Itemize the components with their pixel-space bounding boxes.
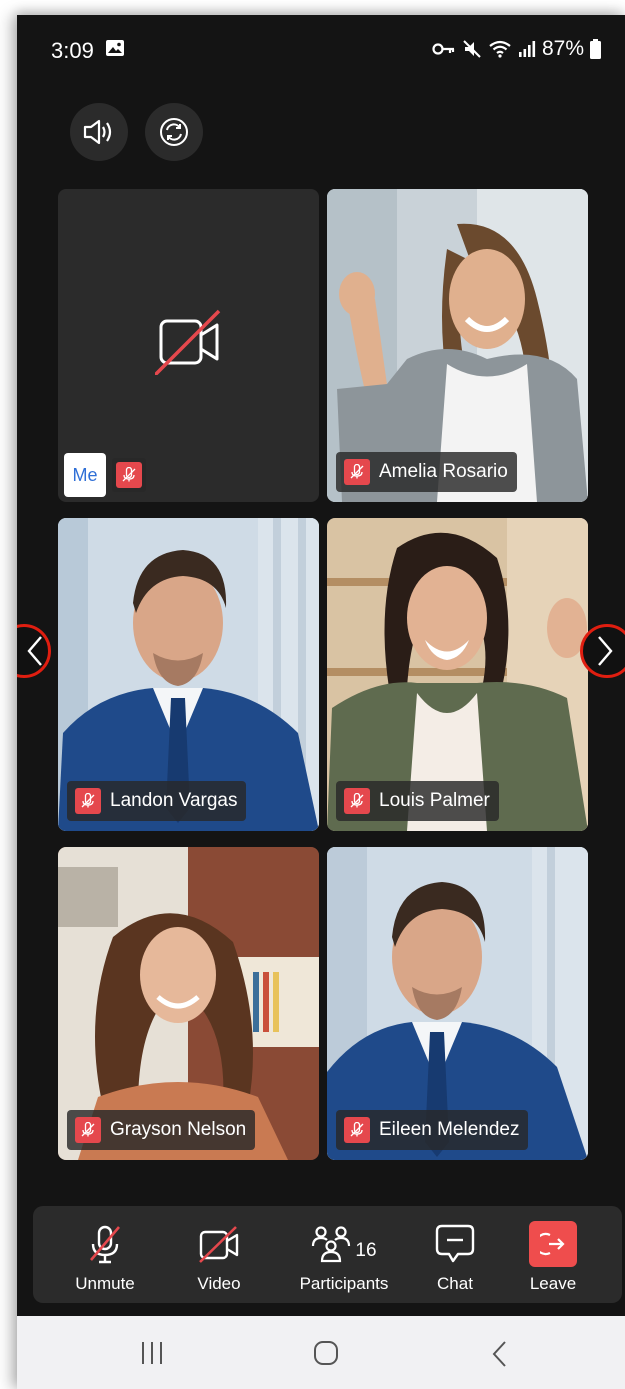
leave-icon-box: [529, 1221, 577, 1267]
unmute-label: Unmute: [75, 1274, 135, 1293]
mic-muted-icon: [344, 1117, 370, 1143]
battery-percent: 87%: [541, 37, 584, 60]
participant-tile[interactable]: Amelia Rosario: [327, 189, 588, 502]
participant-name-pill: Louis Palmer: [336, 781, 499, 821]
video-off-icon: [155, 309, 221, 375]
leave-icon: [540, 1232, 565, 1256]
participant-name-pill: Grayson Nelson: [67, 1110, 256, 1150]
recent-apps-button[interactable]: [139, 1340, 165, 1366]
leave-label: Leave: [529, 1274, 577, 1293]
video-button[interactable]: Video: [181, 1206, 257, 1303]
mic-muted-icon: [75, 1117, 101, 1143]
mic-muted-icon: [344, 459, 370, 485]
video-label: Video: [197, 1274, 241, 1293]
leave-button[interactable]: Leave: [517, 1206, 589, 1303]
participant-name-pill: Eileen Melendez: [336, 1110, 529, 1150]
status-time: 3:09: [51, 38, 94, 63]
call-toolbar: Unmute Video 16 Participants Chat Leave: [33, 1206, 622, 1303]
home-icon: [314, 1341, 338, 1365]
mic-muted-icon: [75, 788, 101, 814]
participant-tile[interactable]: Eileen Melendez: [327, 847, 588, 1160]
participant-name-pill: Landon Vargas: [67, 781, 247, 821]
gallery-icon: [106, 40, 124, 56]
participant-tile[interactable]: Louis Palmer: [327, 518, 588, 831]
vpn-key-icon: [432, 43, 455, 55]
chat-icon: [435, 1224, 475, 1263]
participants-button[interactable]: 16 Participants: [289, 1206, 399, 1303]
participant-name-pill: Amelia Rosario: [336, 452, 517, 492]
speaker-icon: [83, 119, 112, 145]
home-button[interactable]: [313, 1340, 339, 1366]
unmute-button[interactable]: Unmute: [63, 1206, 147, 1303]
switch-camera-button[interactable]: [145, 103, 203, 161]
status-icons: 87%: [432, 37, 601, 61]
video-off-icon: [199, 1226, 239, 1263]
chevron-right-icon: [598, 636, 613, 666]
participant-name: Amelia Rosario: [379, 461, 508, 482]
participant-tile-me[interactable]: Me: [58, 189, 319, 502]
next-page-button[interactable]: [580, 624, 625, 678]
participants-label: Participants: [299, 1274, 389, 1293]
switch-camera-icon: [160, 118, 188, 146]
participant-tile[interactable]: Landon Vargas: [58, 518, 319, 831]
participant-name: Grayson Nelson: [110, 1119, 247, 1140]
me-label: Me: [64, 453, 106, 497]
previous-page-button[interactable]: [17, 624, 51, 678]
signal-icon: [518, 41, 536, 57]
chat-label: Chat: [437, 1274, 473, 1293]
participant-tile[interactable]: Grayson Nelson: [58, 847, 319, 1160]
participant-name: Landon Vargas: [110, 790, 238, 811]
participant-name: Louis Palmer: [379, 790, 490, 811]
wifi-icon: [489, 40, 511, 58]
speaker-button[interactable]: [70, 103, 128, 161]
mic-off-icon: [90, 1225, 120, 1264]
mute-notification-icon: [463, 40, 481, 58]
chevron-left-icon: [27, 636, 42, 666]
back-icon: [492, 1341, 506, 1367]
back-button[interactable]: [491, 1340, 509, 1368]
system-navigation-bar: [17, 1316, 625, 1389]
participants-count: 16: [355, 1240, 377, 1261]
mic-muted-icon: [116, 462, 142, 488]
participants-icon: [312, 1226, 351, 1263]
chat-button[interactable]: Chat: [425, 1206, 485, 1303]
phone-screen: 3:09 87% Me Amelia Rosario Landon Vargas…: [17, 15, 625, 1389]
status-bar: 3:09 87%: [17, 15, 625, 85]
me-mute-indicator: [112, 458, 146, 492]
mic-muted-icon: [344, 788, 370, 814]
battery-icon: [590, 39, 601, 59]
participant-name: Eileen Melendez: [379, 1119, 520, 1140]
recent-apps-icon: [142, 1342, 162, 1364]
